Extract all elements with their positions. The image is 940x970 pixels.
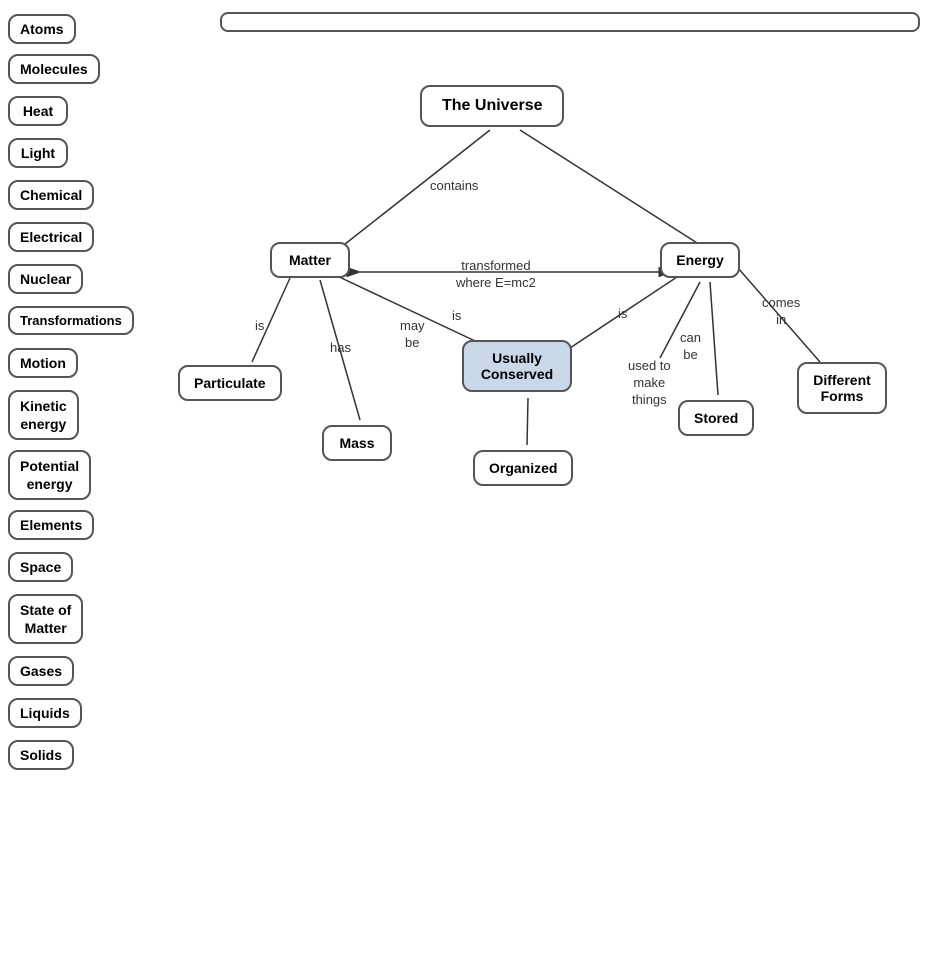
sidebar-item-chemical[interactable]: Chemical (8, 180, 94, 210)
sidebar-item-heat[interactable]: Heat (8, 96, 68, 126)
sidebar-item-molecules[interactable]: Molecules (8, 54, 100, 84)
link-is3: is (618, 306, 627, 321)
focus-question (220, 12, 920, 32)
sidebar-item-electrical[interactable]: Electrical (8, 222, 94, 252)
link-is2: is (452, 308, 461, 323)
link-comes-in: comesin (762, 295, 800, 329)
node-different-forms[interactable]: DifferentForms (797, 362, 887, 414)
link-used-to: used tomakethings (628, 358, 671, 409)
concept-map-svg (0, 0, 940, 970)
node-universe[interactable]: The Universe (420, 85, 564, 127)
node-particulate[interactable]: Particulate (178, 365, 282, 401)
sidebar-item-kinetic-energy[interactable]: Kineticenergy (8, 390, 79, 440)
node-energy[interactable]: Energy (660, 242, 740, 278)
sidebar-item-motion[interactable]: Motion (8, 348, 78, 378)
node-matter[interactable]: Matter (270, 242, 350, 278)
node-usually-conserved[interactable]: UsuallyConserved (462, 340, 572, 392)
sidebar-item-space[interactable]: Space (8, 552, 73, 582)
link-can-be: canbe (680, 330, 701, 364)
link-transformed: transformedwhere E=mc2 (456, 258, 536, 292)
node-mass[interactable]: Mass (322, 425, 392, 461)
link-may-be: maybe (400, 318, 425, 352)
sidebar-item-potential-energy[interactable]: Potentialenergy (8, 450, 91, 500)
sidebar-item-liquids[interactable]: Liquids (8, 698, 82, 728)
node-organized[interactable]: Organized (473, 450, 573, 486)
node-stored[interactable]: Stored (678, 400, 754, 436)
sidebar-item-transformations[interactable]: Transformations (8, 306, 134, 335)
sidebar-item-elements[interactable]: Elements (8, 510, 94, 540)
link-has: has (330, 340, 351, 355)
sidebar-item-state-of-matter[interactable]: State ofMatter (8, 594, 83, 644)
sidebar-item-nuclear[interactable]: Nuclear (8, 264, 83, 294)
link-is1: is (255, 318, 264, 333)
sidebar-item-light[interactable]: Light (8, 138, 68, 168)
sidebar-item-solids[interactable]: Solids (8, 740, 74, 770)
sidebar-item-gases[interactable]: Gases (8, 656, 74, 686)
link-contains: contains (430, 178, 478, 193)
sidebar-item-atoms[interactable]: Atoms (8, 14, 76, 44)
